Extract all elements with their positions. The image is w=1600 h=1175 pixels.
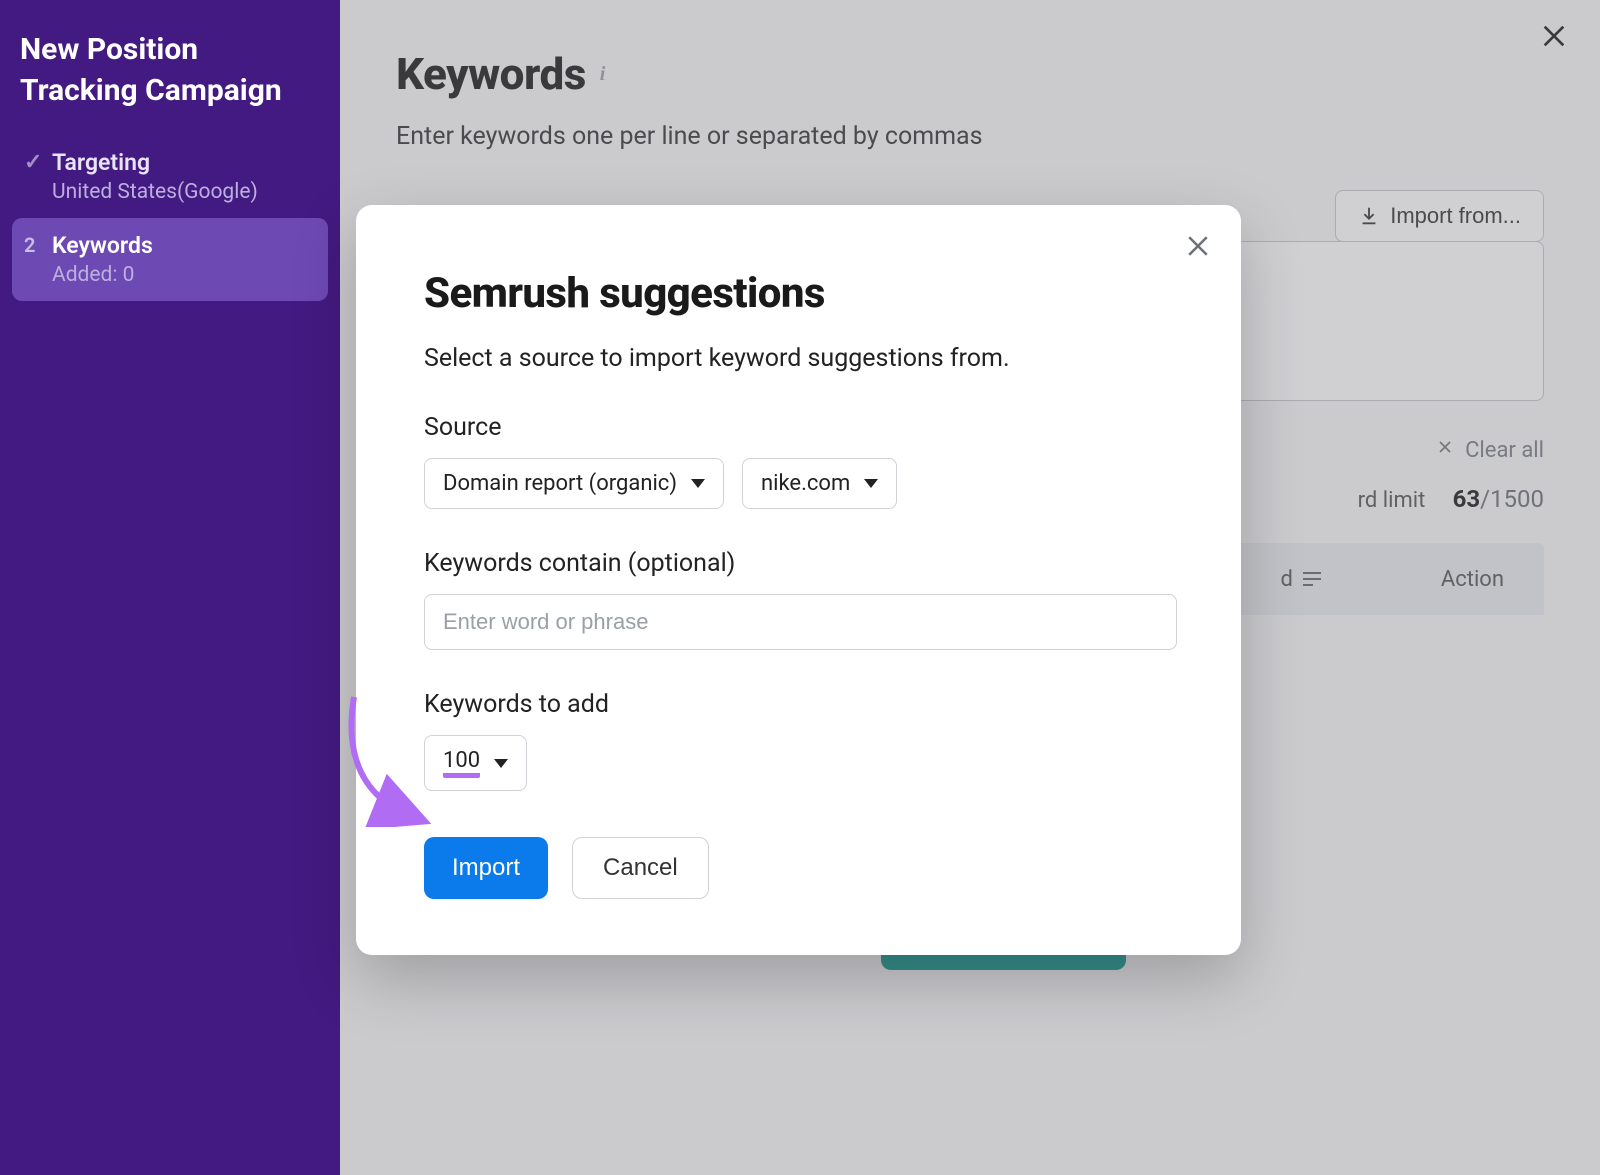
keywords-contain-label: Keywords contain (optional) bbox=[424, 549, 1177, 578]
clear-all-button[interactable]: Clear all bbox=[1435, 437, 1544, 463]
sidebar-step-keywords[interactable]: 2 Keywords Added: 0 bbox=[12, 218, 328, 301]
sidebar: New Position Tracking Campaign Targeting… bbox=[0, 0, 340, 1175]
page-close-icon[interactable] bbox=[1538, 20, 1570, 59]
keywords-to-add-label: Keywords to add bbox=[424, 690, 1177, 719]
import-button[interactable]: Import bbox=[424, 837, 548, 899]
source-domain-select[interactable]: nike.com bbox=[742, 458, 897, 509]
close-icon bbox=[1435, 437, 1455, 463]
lead-text: Enter keywords one per line or separated… bbox=[396, 122, 1544, 151]
chevron-down-icon bbox=[691, 479, 705, 488]
keywords-to-add-select[interactable]: 100 bbox=[424, 735, 527, 791]
step-title: Targeting bbox=[52, 149, 258, 176]
sidebar-step-targeting[interactable]: Targeting United States(Google) bbox=[12, 135, 328, 218]
chevron-down-icon bbox=[494, 759, 508, 768]
modal-title: Semrush suggestions bbox=[424, 269, 1177, 318]
cancel-button[interactable]: Cancel bbox=[572, 837, 709, 899]
th-action: Action bbox=[1441, 567, 1504, 592]
keywords-contain-input[interactable] bbox=[424, 594, 1177, 650]
step-subtitle: United States(Google) bbox=[52, 180, 258, 204]
keyword-limit-used: 63 bbox=[1453, 485, 1481, 513]
source-label: Source bbox=[424, 413, 1177, 442]
step-index: 2 bbox=[24, 232, 52, 258]
info-icon[interactable]: i bbox=[600, 64, 605, 84]
modal-lead: Select a source to import keyword sugges… bbox=[424, 344, 1177, 373]
keyword-limit-cap: /1500 bbox=[1480, 485, 1544, 513]
check-icon bbox=[24, 149, 52, 178]
source-report-select[interactable]: Domain report (organic) bbox=[424, 458, 724, 509]
step-subtitle: Added: 0 bbox=[52, 263, 153, 287]
semrush-suggestions-modal: Semrush suggestions Select a source to i… bbox=[356, 205, 1241, 955]
chevron-down-icon bbox=[864, 479, 878, 488]
sort-icon bbox=[1303, 572, 1321, 586]
download-icon bbox=[1358, 205, 1380, 227]
th-sort[interactable]: d bbox=[1280, 567, 1320, 592]
step-title: Keywords bbox=[52, 232, 153, 259]
import-from-button[interactable]: Import from... bbox=[1335, 190, 1544, 242]
modal-close-icon[interactable] bbox=[1183, 231, 1213, 265]
sidebar-title: New Position Tracking Campaign bbox=[12, 30, 328, 135]
page-title: Keywords i bbox=[396, 48, 605, 100]
keyword-limit-label: rd limit 63/1500 bbox=[1358, 485, 1544, 513]
